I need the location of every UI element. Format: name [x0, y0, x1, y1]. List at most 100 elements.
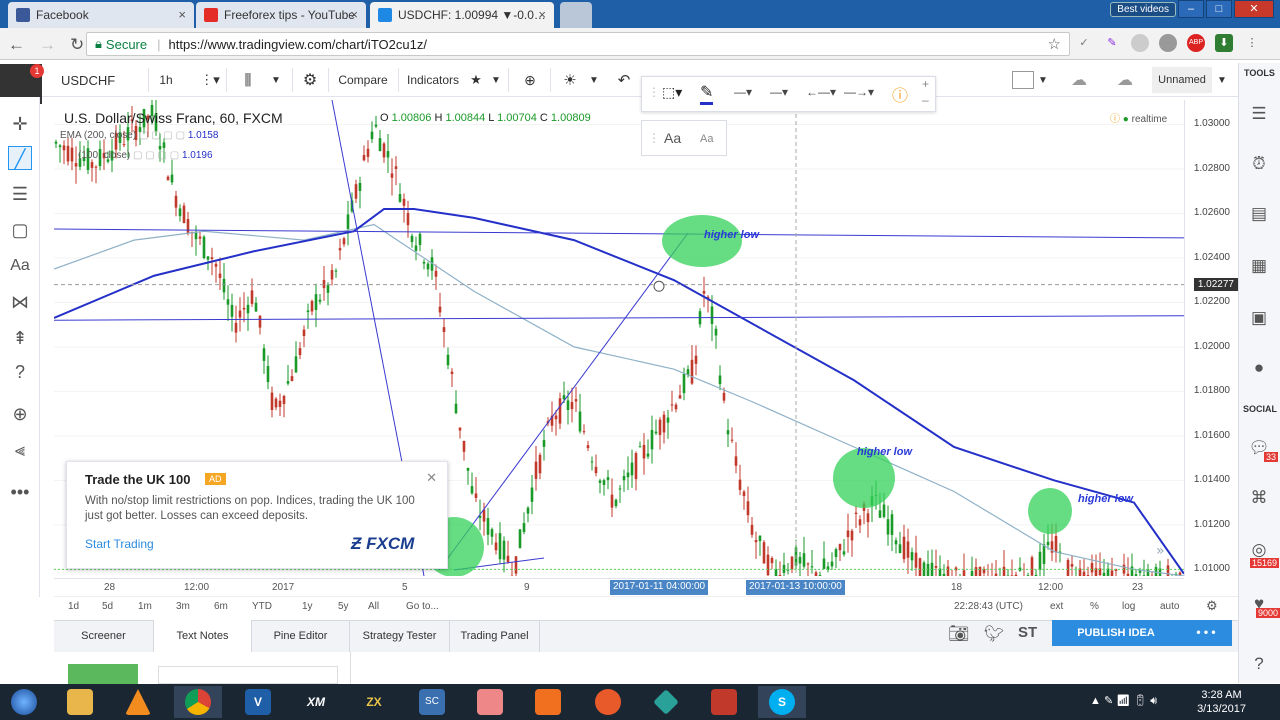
- chart-type-dropdown-icon[interactable]: ▼: [266, 67, 286, 93]
- more-tools-icon[interactable]: •••: [8, 480, 32, 504]
- orange-app-icon[interactable]: [524, 686, 572, 718]
- tab-facebook[interactable]: Facebook ×: [8, 2, 194, 28]
- adblock-icon[interactable]: ABP: [1187, 34, 1205, 52]
- help-icon[interactable]: ?: [8, 360, 32, 384]
- back-icon[interactable]: ←: [8, 35, 25, 55]
- close-icon[interactable]: ×: [178, 7, 186, 22]
- text-tool-button[interactable]: Aa: [664, 130, 681, 146]
- text-tool-icon[interactable]: Aa: [8, 254, 32, 278]
- close-window-icon[interactable]: ✕: [1234, 0, 1274, 18]
- auto-button[interactable]: auto: [1160, 601, 1179, 612]
- camera-icon[interactable]: 📷︎: [948, 624, 970, 644]
- font-size-icon[interactable]: Aa: [700, 133, 713, 145]
- line-width-icon[interactable]: —▾: [734, 85, 752, 99]
- layout-icon[interactable]: [1012, 71, 1034, 89]
- url-bar[interactable]: 🔒︎ Secure | https://www.tradingview.com/…: [86, 32, 1070, 56]
- close-icon[interactable]: ✕: [426, 470, 437, 486]
- bottom-tab[interactable]: Pine Editor: [252, 620, 350, 652]
- time-axis[interactable]: 28 12:00 2017 5 9 18 12:00 23 2017-01-11 04:00:0…: [54, 578, 1184, 596]
- bottom-tab[interactable]: Screener: [54, 620, 154, 652]
- legend-controls-icon[interactable]: ▢ ▢ ▢ ▢: [139, 130, 188, 141]
- horizontal-lines-icon[interactable]: ☰: [8, 182, 32, 206]
- screen-capture-icon[interactable]: SC: [408, 686, 456, 718]
- indicators-dropdown-icon[interactable]: ▼: [488, 67, 504, 93]
- alert-add-icon[interactable]: ⊕: [518, 67, 542, 93]
- cloud-upload-icon[interactable]: ☁: [1110, 67, 1140, 93]
- download-extension-icon[interactable]: ⬇: [1215, 34, 1233, 52]
- stocktwits-icon[interactable]: ST: [1018, 624, 1037, 641]
- tray-icons[interactable]: ▲ ✎ 📶︎ 🔋︎ 🔊︎: [1090, 694, 1157, 708]
- legend-controls-icon[interactable]: ▢ ▢ ▢ ▢: [133, 150, 182, 161]
- publish-idea-button[interactable]: PUBLISH IDEA: [1052, 620, 1180, 646]
- ext-button[interactable]: ext: [1050, 601, 1063, 612]
- data-window-icon[interactable]: ▤: [1248, 204, 1270, 226]
- forward-icon[interactable]: →: [39, 35, 56, 55]
- range-button[interactable]: 1y: [302, 601, 313, 612]
- diamond-app-icon[interactable]: [642, 686, 690, 718]
- twitter-icon[interactable]: 🐦︎: [984, 624, 1004, 644]
- menu-icon[interactable]: ⋮: [1243, 34, 1261, 52]
- trendline-icon[interactable]: ╱: [8, 146, 32, 170]
- fxcm-logo[interactable]: Ƶ FXCM: [351, 534, 414, 554]
- layout-name-button[interactable]: Unnamed: [1152, 67, 1212, 93]
- line-start-icon[interactable]: ←—▾: [806, 85, 836, 99]
- range-button[interactable]: YTD: [252, 601, 272, 612]
- drag-handle-icon[interactable]: ⋮: [648, 131, 660, 145]
- best-videos-button[interactable]: Best videos: [1110, 2, 1176, 17]
- utc-clock[interactable]: 22:28:43 (UTC): [954, 601, 1023, 612]
- close-icon[interactable]: ×: [350, 7, 358, 22]
- calendar-icon[interactable]: ▣: [1248, 308, 1270, 330]
- percent-button[interactable]: %: [1090, 601, 1099, 612]
- skype-icon[interactable]: S: [758, 686, 806, 718]
- interval-button[interactable]: 1h: [152, 67, 180, 93]
- pen-extension-icon[interactable]: ✎: [1103, 34, 1121, 52]
- magnet-icon[interactable]: ⫷: [8, 438, 32, 462]
- xm-icon[interactable]: XM: [292, 686, 340, 718]
- new-note-button[interactable]: [68, 664, 138, 684]
- shield-app-icon[interactable]: [700, 686, 748, 718]
- chrome-icon[interactable]: [174, 686, 222, 718]
- bottom-tab[interactable]: Trading Panel: [450, 620, 540, 652]
- plus-icon[interactable]: +: [922, 77, 929, 91]
- line-color-icon[interactable]: ✎: [700, 82, 714, 105]
- range-button[interactable]: 1d: [68, 601, 79, 612]
- symbol-search-input[interactable]: USDCHF: [54, 67, 144, 93]
- minimize-icon[interactable]: –: [1178, 0, 1204, 18]
- undo-icon[interactable]: ↶: [612, 67, 636, 93]
- favorites-star-icon[interactable]: ★: [466, 67, 486, 93]
- line-style-icon[interactable]: —▾: [770, 85, 788, 99]
- range-button[interactable]: 5y: [338, 601, 349, 612]
- search-notes-input[interactable]: [158, 666, 338, 684]
- vlc-icon[interactable]: [114, 686, 162, 718]
- range-button[interactable]: 5d: [102, 601, 113, 612]
- range-button[interactable]: All: [368, 601, 379, 612]
- range-button[interactable]: 1m: [138, 601, 152, 612]
- globe-icon[interactable]: [1159, 34, 1177, 52]
- gear-icon[interactable]: ⚙: [298, 67, 322, 93]
- notes-app-icon[interactable]: [466, 686, 514, 718]
- alarm-clock-icon[interactable]: ⏰︎: [1248, 154, 1270, 176]
- tab-tradingview[interactable]: USDCHF: 1.00994 ▼-0.0… ×: [370, 2, 554, 28]
- drag-handle-icon[interactable]: ⋮: [648, 85, 660, 99]
- reload-icon[interactable]: ↻: [70, 35, 84, 55]
- gear-icon[interactable]: ⚙: [1206, 598, 1218, 614]
- ideas-dropdown-icon[interactable]: ▼: [586, 67, 602, 93]
- hotlist-icon[interactable]: ▦: [1248, 256, 1270, 278]
- ideas-bulb-icon[interactable]: ●: [1248, 358, 1270, 380]
- trading-app-icon[interactable]: ZX: [350, 686, 398, 718]
- interval-dropdown-icon[interactable]: ⋮▾: [200, 67, 220, 93]
- rectangle-icon[interactable]: ▢: [8, 218, 32, 242]
- range-button[interactable]: 3m: [176, 601, 190, 612]
- cloud-icon[interactable]: ☁: [1064, 67, 1094, 93]
- price-axis[interactable]: 1.03000 1.02800 1.02600 1.02400 1.02200 1.020…: [1184, 100, 1238, 576]
- zoom-icon[interactable]: ⊕: [8, 402, 32, 426]
- publish-more-button[interactable]: • • •: [1180, 620, 1232, 646]
- pattern-icon[interactable]: ⋈: [8, 290, 32, 314]
- app-v-icon[interactable]: V: [234, 686, 282, 718]
- layout-dropdown-icon[interactable]: ▼: [1036, 67, 1050, 93]
- private-chat-icon[interactable]: ⌘: [1248, 488, 1270, 510]
- crosshair-icon[interactable]: ✛: [8, 112, 32, 136]
- new-tab-button[interactable]: [560, 2, 592, 28]
- minus-icon[interactable]: –: [922, 93, 929, 107]
- goto-button[interactable]: Go to...: [406, 601, 439, 612]
